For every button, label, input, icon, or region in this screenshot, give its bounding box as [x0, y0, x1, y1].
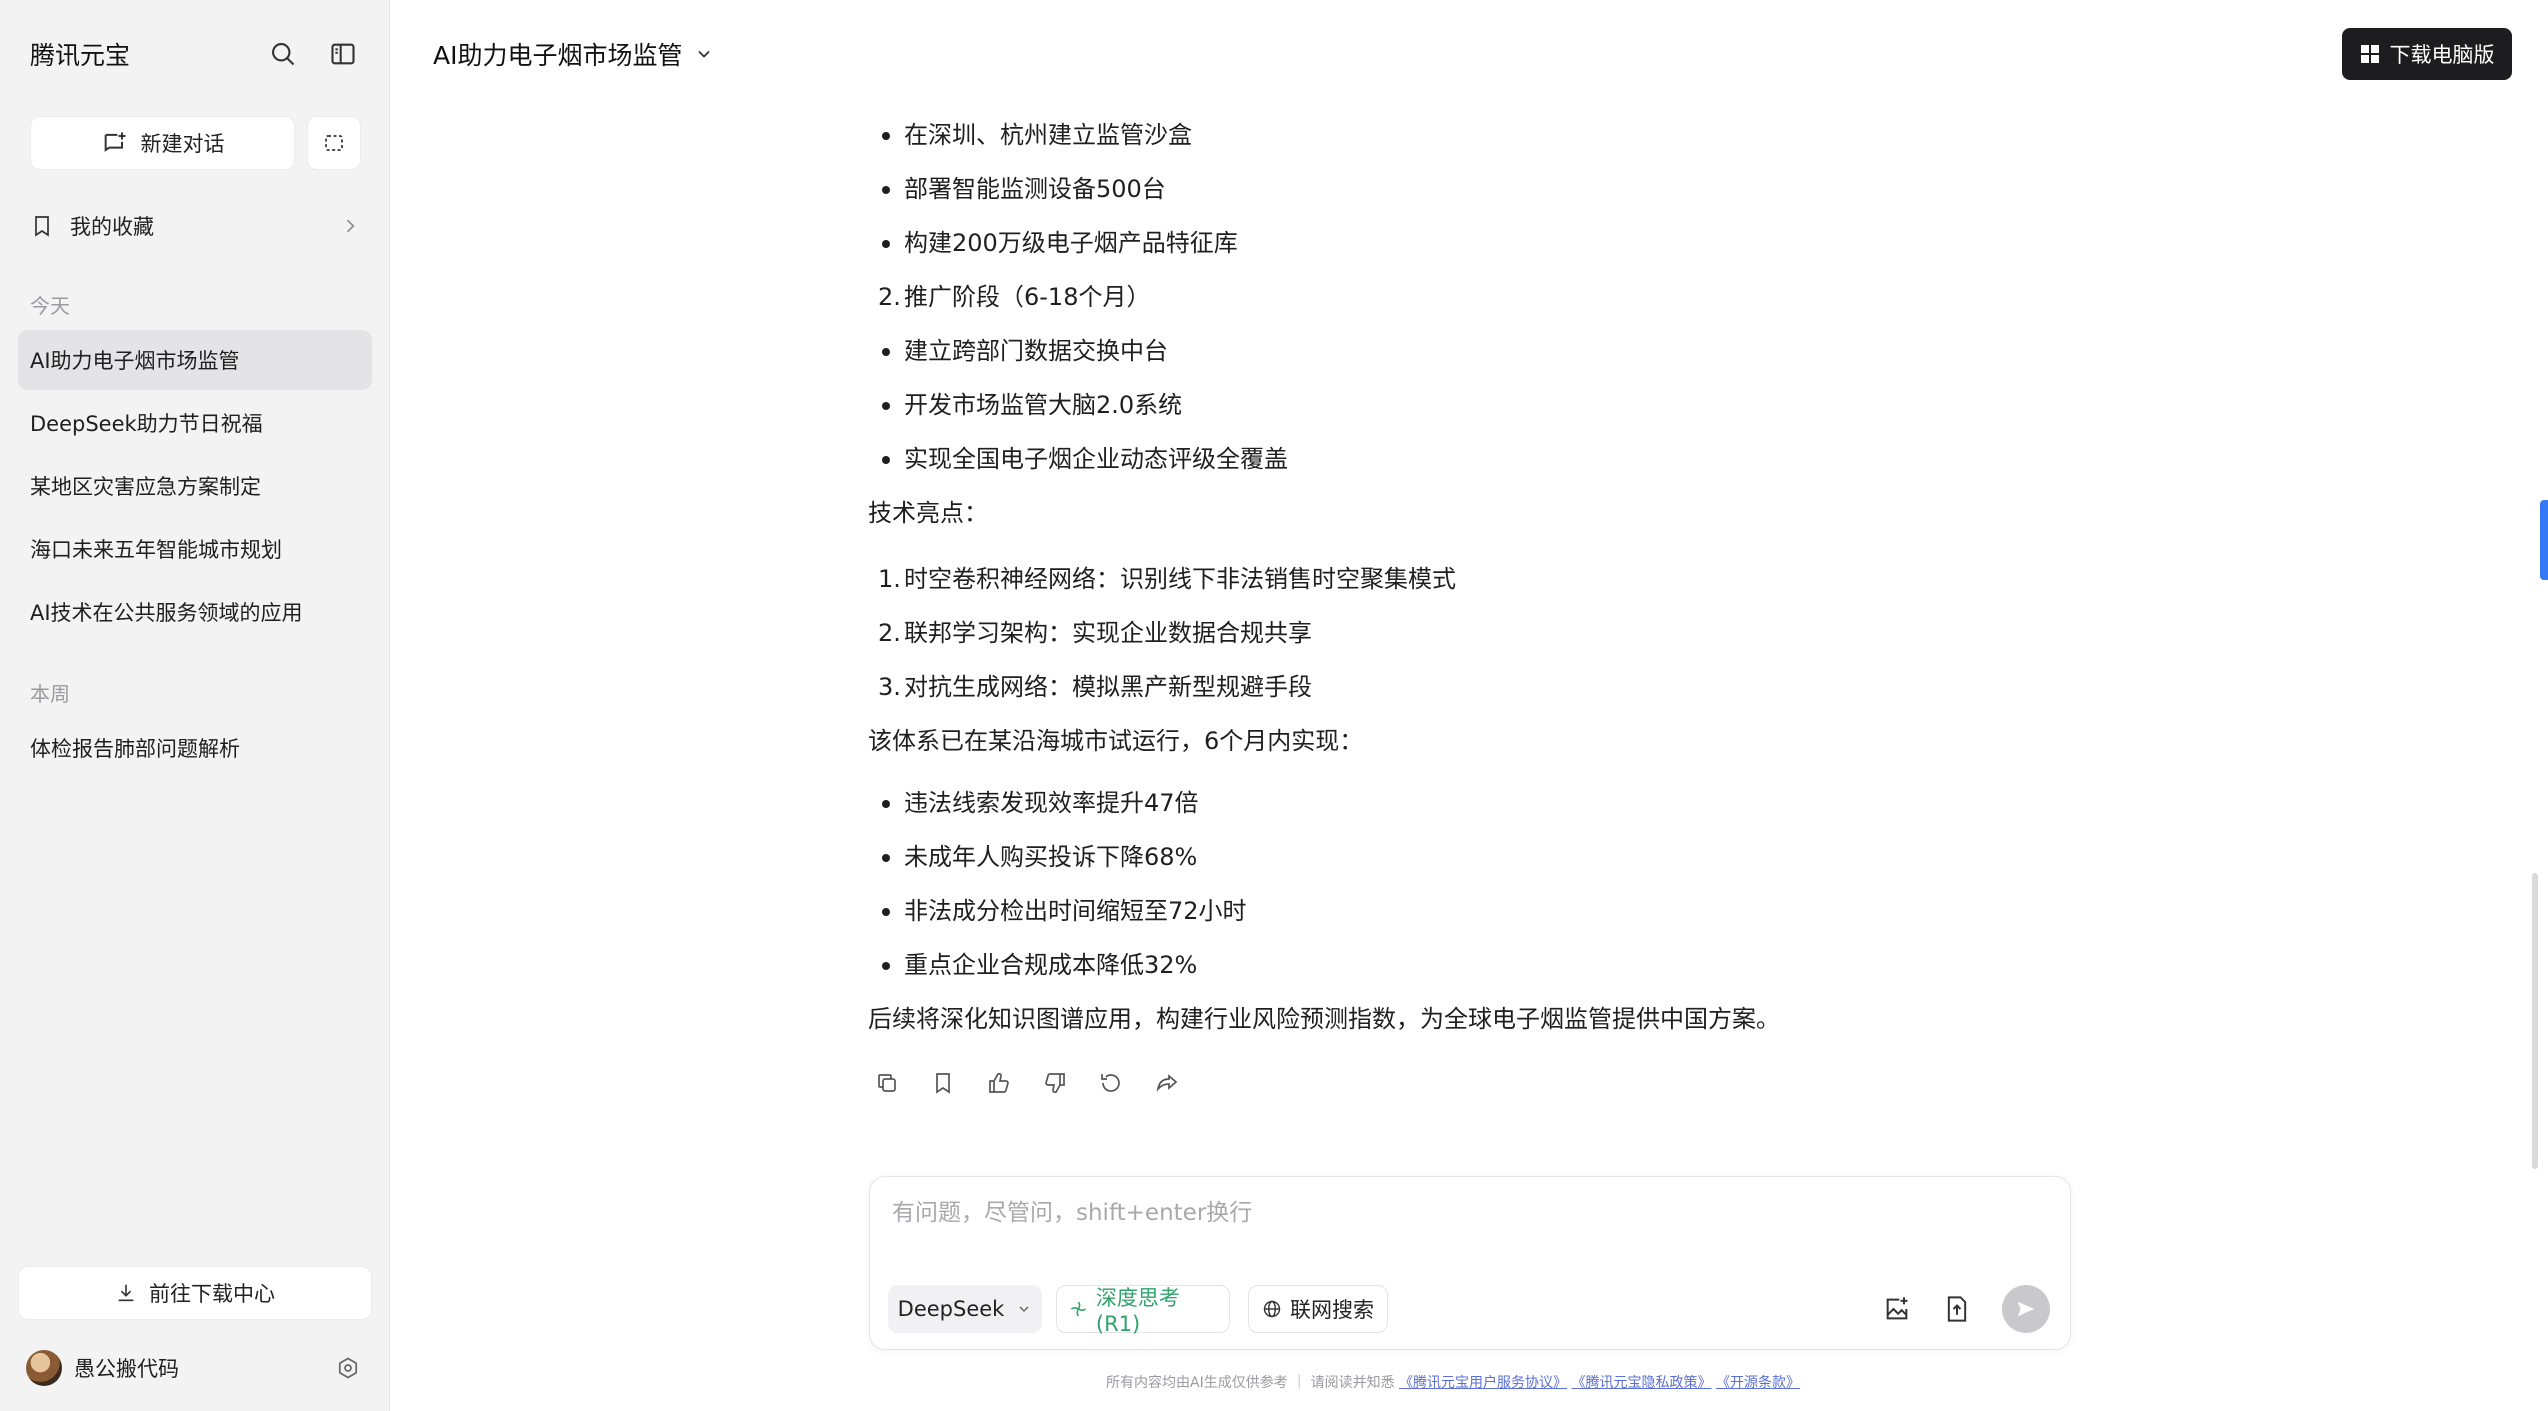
numbered-item: 3. 对抗生成网络：模拟黑产新型规避手段	[878, 670, 1312, 704]
paragraph: 该体系已在某沿海城市试运行，6个月内实现：	[868, 727, 1364, 755]
item-number: 2.	[878, 283, 901, 311]
web-search-label: 联网搜索	[1290, 1298, 1374, 1322]
list-item: 在深圳、杭州建立监管沙盒	[882, 118, 1192, 152]
user-profile[interactable]: 愚公搬代码	[26, 1348, 360, 1388]
message-actions	[872, 1068, 1182, 1098]
collapse-sidebar-icon[interactable]	[326, 37, 360, 71]
chevron-down-icon	[698, 50, 711, 58]
deep-think-toggle[interactable]: 深度思考(R1)	[1056, 1285, 1230, 1336]
list-item: 开发市场监管大脑2.0系统	[881, 388, 1182, 422]
footer-disclaimer: 所有内容均由AI生成仅供参考 ｜ 请阅读并知悉 《腾讯元宝用户服务协议》 《腾讯…	[1106, 1372, 1800, 1392]
download-icon	[118, 1284, 134, 1302]
favorites-label: 我的收藏	[70, 215, 154, 239]
file-upload-icon[interactable]	[1942, 1294, 1972, 1324]
chevron-right-icon	[346, 219, 355, 233]
download-center-button[interactable]: 前往下载中心	[18, 1266, 372, 1320]
numbered-item: 2. 联邦学习架构：实现企业数据合规共享	[878, 616, 1312, 650]
item-text: 时空卷积神经网络：识别线下非法销售时空聚集模式	[904, 565, 1456, 593]
item-number: 1.	[878, 565, 901, 593]
history-item[interactable]: 体检报告肺部问题解析	[18, 718, 372, 778]
list-item: 未成年人购买投诉下降68%	[881, 840, 1197, 874]
numbered-item: 1. 时空卷积神经网络：识别线下非法销售时空聚集模式	[878, 562, 1456, 596]
settings-icon[interactable]	[336, 1356, 360, 1380]
deep-think-icon	[1070, 1301, 1086, 1317]
image-upload-icon[interactable]	[1882, 1294, 1912, 1324]
paragraph: 技术亮点：	[868, 499, 988, 527]
paragraph: 后续将深化知识图谱应用，构建行业风险预测指数，为全球电子烟监管提供中国方案。	[868, 1005, 1780, 1033]
terms-link[interactable]: 《腾讯元宝用户服务协议》	[1399, 1375, 1567, 1391]
send-icon	[2017, 1301, 2035, 1317]
conversation-title-dropdown[interactable]: AI助力电子烟市场监管	[433, 36, 714, 72]
list-item: 部署智能监测设备500台	[882, 172, 1166, 206]
section-today-label: 今天	[30, 294, 70, 318]
windows-icon	[2360, 45, 2379, 63]
sidebar: 腾讯元宝 新建对话 我的收藏 今天 AI助力电子烟市场监管 DeepSeek助力…	[0, 0, 390, 1411]
list-item: 建立跨部门数据交换中台	[882, 334, 1168, 368]
regenerate-icon[interactable]	[1096, 1068, 1126, 1098]
conversation-title: AI助力电子烟市场监管	[433, 41, 683, 70]
sidebar-header: 腾讯元宝	[30, 36, 360, 72]
new-chat-label: 新建对话	[140, 132, 225, 156]
send-button[interactable]	[2002, 1285, 2050, 1333]
screenshot-icon	[325, 135, 343, 151]
section-week-label: 本周	[30, 682, 70, 706]
chat-input[interactable]	[892, 1193, 2042, 1233]
list-item: 实现全国电子烟企业动态评级全覆盖	[882, 442, 1288, 476]
item-text: 对抗生成网络：模拟黑产新型规避手段	[904, 673, 1312, 701]
deep-think-label: 深度思考(R1)	[1095, 1286, 1180, 1336]
model-select[interactable]: DeepSeek	[888, 1285, 1042, 1333]
item-text: 推广阶段（6-18个月）	[904, 283, 1151, 311]
side-feedback-tab[interactable]	[2540, 500, 2548, 580]
item-text: 联邦学习架构：实现企业数据合规共享	[904, 619, 1312, 647]
download-pc-label: 下载电脑版	[2389, 43, 2495, 67]
history-item[interactable]: 某地区灾害应急方案制定	[18, 456, 372, 516]
user-name: 愚公搬代码	[74, 1357, 179, 1381]
item-number: 2.	[878, 619, 901, 647]
new-chat-icon	[104, 132, 125, 152]
scrollbar[interactable]	[2532, 873, 2538, 1169]
item-number: 3.	[878, 673, 901, 701]
globe-icon	[1263, 1300, 1281, 1318]
download-center-label: 前往下载中心	[149, 1282, 275, 1306]
search-icon[interactable]	[266, 37, 300, 71]
chat-input-box: DeepSeek 深度思考(R1) 联网搜索	[869, 1176, 2071, 1350]
history-item[interactable]: AI技术在公共服务领域的应用	[18, 582, 372, 642]
numbered-item: 2. 推广阶段（6-18个月）	[878, 280, 1151, 314]
app-brand: 腾讯元宝	[30, 41, 131, 70]
privacy-link[interactable]: 《腾讯元宝隐私政策》	[1572, 1375, 1712, 1391]
history-item[interactable]: 海口未来五年智能城市规划	[18, 519, 372, 579]
list-item: 重点企业合规成本降低32%	[881, 948, 1197, 982]
history-item[interactable]: AI助力电子烟市场监管	[18, 330, 372, 390]
model-select-label: DeepSeek	[897, 1297, 1005, 1321]
list-item: 非法成分检出时间缩短至72小时	[882, 894, 1247, 928]
thumbs-up-icon[interactable]	[984, 1068, 1014, 1098]
chevron-down-icon	[1019, 1306, 1029, 1313]
list-item: 违法线索发现效率提升47倍	[882, 786, 1199, 820]
screenshot-button[interactable]	[307, 116, 361, 170]
bookmark-icon	[35, 216, 49, 237]
favorites-item[interactable]: 我的收藏	[30, 205, 360, 247]
copy-icon[interactable]	[872, 1068, 902, 1098]
web-search-toggle[interactable]: 联网搜索	[1248, 1285, 1388, 1333]
thumbs-down-icon[interactable]	[1040, 1068, 1070, 1098]
share-icon[interactable]	[1152, 1068, 1182, 1098]
download-pc-button[interactable]: 下载电脑版	[2342, 28, 2512, 80]
avatar	[26, 1350, 62, 1386]
new-chat-button[interactable]: 新建对话	[30, 116, 295, 170]
history-item[interactable]: DeepSeek助力节日祝福	[18, 393, 372, 453]
footer-text: 所有内容均由AI生成仅供参考 ｜ 请阅读并知悉	[1106, 1375, 1395, 1391]
list-item: 构建200万级电子烟产品特征库	[882, 226, 1238, 260]
opensource-link[interactable]: 《开源条款》	[1716, 1375, 1800, 1391]
bookmark-icon[interactable]	[928, 1068, 958, 1098]
